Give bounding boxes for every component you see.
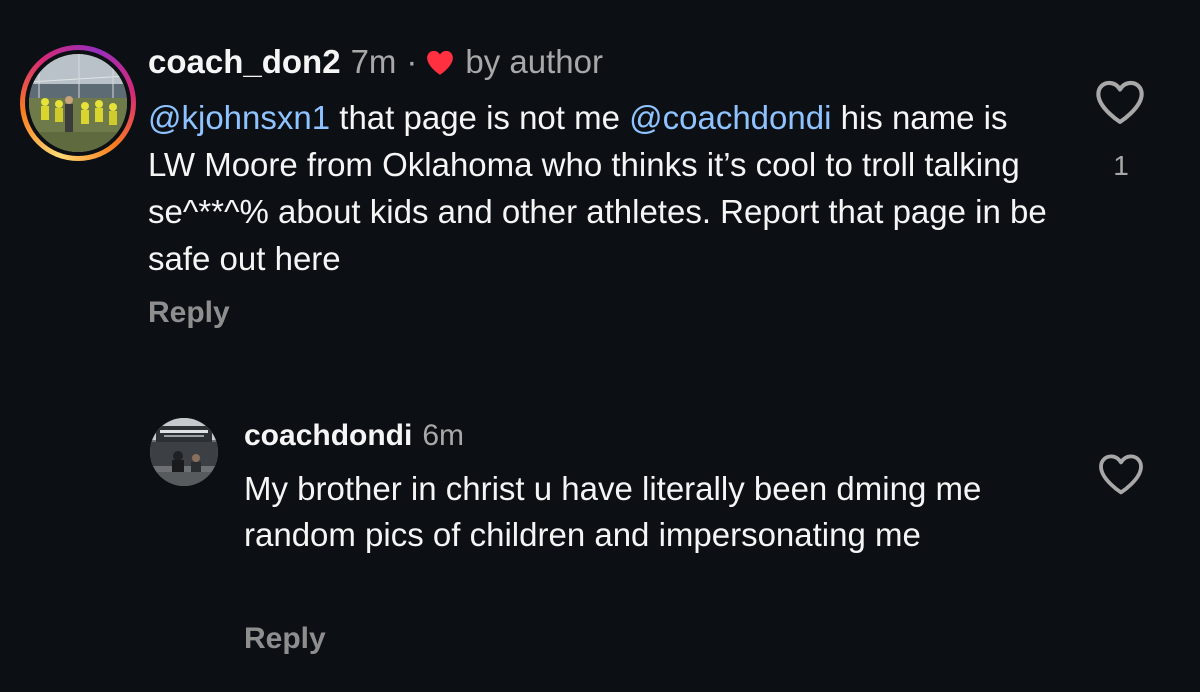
comment-text: @kjohnsxn1 that page is not me @coachdon… [148, 94, 1048, 282]
reply-button[interactable]: Reply [148, 296, 230, 330]
heart-outline-icon [1099, 454, 1143, 495]
comment: coach_don2 7m · by author @kjohnsxn1 tha… [0, 0, 1200, 360]
mention-link[interactable]: @kjohnsxn1 [148, 99, 330, 136]
like-button[interactable] [1097, 452, 1145, 496]
comment-timestamp: 7m [350, 43, 397, 80]
avatar [29, 54, 127, 152]
like-count[interactable]: 1 [1108, 150, 1134, 182]
comment-username[interactable]: coachdondi [244, 419, 412, 453]
comment-timestamp: 6m [422, 419, 465, 452]
mention-link[interactable]: @coachdondi [629, 99, 831, 136]
avatar-ring-gap [25, 50, 131, 156]
comment-text: My brother in christ u have literally be… [244, 470, 982, 553]
avatar[interactable] [150, 418, 218, 486]
avatar-story-ring[interactable] [20, 45, 136, 161]
reply-button[interactable]: Reply [244, 622, 326, 656]
heart-outline-icon [1096, 80, 1144, 124]
comment-header: coachdondi 6m [244, 416, 464, 456]
author-liked-badge: by author [465, 43, 603, 80]
like-button[interactable] [1094, 78, 1146, 126]
comment-text-segment: that page is not me [330, 99, 630, 136]
comment-header: coach_don2 7m · by author [148, 40, 603, 84]
heart-filled-icon [425, 49, 455, 76]
separator-dot: · [406, 43, 418, 80]
comment-username[interactable]: coach_don2 [148, 43, 341, 81]
